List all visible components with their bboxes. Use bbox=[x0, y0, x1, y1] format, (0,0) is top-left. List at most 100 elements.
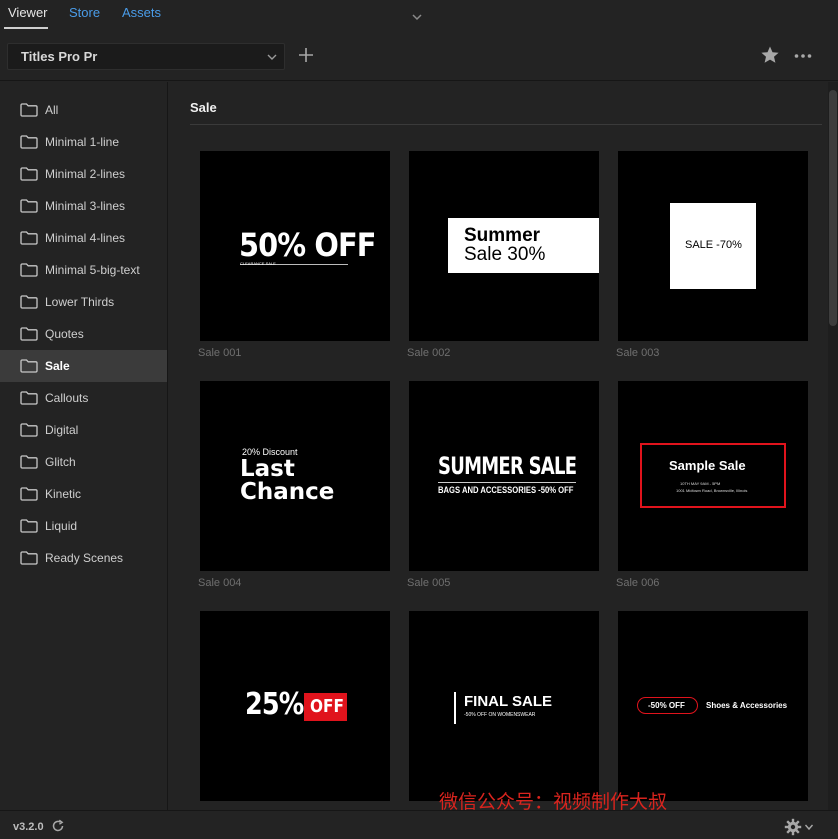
preset-label: Sale 003 bbox=[616, 347, 660, 359]
thumb-text: Sample Sale bbox=[669, 458, 746, 473]
sidebar-item-minimal-2-lines[interactable]: Minimal 2-lines bbox=[0, 158, 167, 190]
preset-label: Sale 004 bbox=[198, 577, 242, 589]
sidebar-item-all[interactable]: All bbox=[0, 94, 167, 126]
sidebar-item-label: Kinetic bbox=[45, 487, 82, 501]
preset-thumbnail: Sample Sale 10TH MAY 9AM - 5PM 1001 Midt… bbox=[618, 381, 808, 571]
thumb-rule bbox=[438, 482, 576, 483]
section-divider bbox=[190, 124, 822, 125]
preset-label: Sale 001 bbox=[198, 347, 242, 359]
preset-thumbnail: -50% OFF Shoes & Accessories bbox=[618, 611, 808, 801]
category-sidebar: All Minimal 1-line Minimal 2-lines Minimal … bbox=[0, 82, 168, 810]
thumb-subtext: Sale 30% bbox=[464, 244, 546, 265]
sidebar-item-minimal-1-line[interactable]: Minimal 1-line bbox=[0, 126, 167, 158]
sidebar-item-label: Lower Thirds bbox=[45, 295, 115, 309]
sidebar-item-label: All bbox=[45, 103, 59, 117]
gear-icon[interactable] bbox=[784, 818, 802, 836]
more-icon[interactable] bbox=[793, 46, 813, 66]
tab-store[interactable]: Store bbox=[69, 5, 100, 20]
sidebar-item-label: Sale bbox=[45, 359, 70, 373]
preset-label: Sale 002 bbox=[407, 347, 451, 359]
folder-icon bbox=[20, 455, 38, 469]
sidebar-item-label: Minimal 1-line bbox=[45, 135, 120, 149]
thumb-subtext: 10TH MAY 9AM - 5PM bbox=[680, 481, 721, 486]
sidebar-item-minimal-4-lines[interactable]: Minimal 4-lines bbox=[0, 222, 167, 254]
sidebar-item-lower-thirds[interactable]: Lower Thirds bbox=[0, 286, 167, 318]
folder-icon bbox=[20, 423, 38, 437]
thumb-subtext: BAGS AND ACCESSORIES -50% OFF bbox=[438, 485, 574, 495]
folder-icon bbox=[20, 551, 38, 565]
active-tab-indicator bbox=[4, 27, 48, 29]
preset-thumbnail: SUMMER SALE BAGS AND ACCESSORIES -50% OF… bbox=[409, 381, 599, 571]
folder-icon bbox=[20, 391, 38, 405]
thumb-subtext: CLEARANCE SALE bbox=[240, 261, 276, 266]
folder-icon bbox=[20, 263, 38, 277]
folder-icon bbox=[20, 359, 38, 373]
sidebar-item-sale[interactable]: Sale bbox=[0, 350, 167, 382]
thumb-subtext: -50% OFF ON WOMENSWEAR bbox=[464, 712, 536, 718]
thumb-pill-text: -50% OFF bbox=[648, 701, 685, 710]
sidebar-item-ready-scenes[interactable]: Ready Scenes bbox=[0, 542, 167, 574]
thumb-text: SUMMER SALE bbox=[438, 452, 577, 480]
sidebar-item-label: Minimal 2-lines bbox=[45, 167, 126, 181]
sidebar-item-label: Minimal 5-big-text bbox=[45, 263, 140, 277]
sidebar-item-label: Ready Scenes bbox=[45, 551, 124, 565]
thumb-badge-text: OFF bbox=[310, 696, 344, 717]
thumb-text: SALE -70% bbox=[685, 239, 742, 251]
sidebar-item-callouts[interactable]: Callouts bbox=[0, 382, 167, 414]
refresh-icon[interactable] bbox=[51, 819, 65, 833]
preset-thumbnail: Summer Sale 30% bbox=[409, 151, 599, 341]
sidebar-item-glitch[interactable]: Glitch bbox=[0, 446, 167, 478]
folder-icon bbox=[20, 167, 38, 181]
version-label: v3.2.0 bbox=[13, 821, 44, 833]
sidebar-item-label: Glitch bbox=[45, 455, 76, 469]
sidebar-item-minimal-3-lines[interactable]: Minimal 3-lines bbox=[0, 190, 167, 222]
pack-select[interactable]: Titles Pro Pr bbox=[7, 43, 285, 70]
folder-icon bbox=[20, 135, 38, 149]
sidebar-item-label: Liquid bbox=[45, 519, 78, 533]
thumb-bar bbox=[454, 692, 456, 724]
folder-icon bbox=[20, 487, 38, 501]
folder-icon bbox=[20, 103, 38, 117]
folder-icon bbox=[20, 327, 38, 341]
sidebar-item-quotes[interactable]: Quotes bbox=[0, 318, 167, 350]
chevron-down-icon bbox=[267, 54, 277, 60]
top-tab-bar: Viewer Store Assets bbox=[0, 0, 838, 32]
folder-icon bbox=[20, 519, 38, 533]
chevron-down-icon[interactable] bbox=[804, 822, 814, 832]
star-icon[interactable] bbox=[760, 45, 780, 65]
watermark-text: 微信公众号：视频制作大叔 bbox=[439, 791, 668, 813]
toolbar: Titles Pro Pr bbox=[0, 32, 838, 81]
thumb-text: 50% OFF bbox=[239, 226, 376, 264]
thumb-text-line2: Chance bbox=[240, 479, 335, 505]
thumb-subtext-line2: 1001 Midtown Road, Brownsville, Illinois bbox=[676, 488, 748, 493]
thumb-text: 25% bbox=[245, 687, 304, 722]
sidebar-item-label: Digital bbox=[45, 423, 79, 437]
vertical-scrollbar[interactable] bbox=[828, 82, 838, 810]
sidebar-item-label: Minimal 4-lines bbox=[45, 231, 126, 245]
status-bar: v3.2.0 bbox=[0, 810, 838, 839]
folder-icon bbox=[20, 199, 38, 213]
thumb-red-frame bbox=[640, 443, 786, 508]
sidebar-item-label: Quotes bbox=[45, 327, 84, 341]
preset-label: Sale 006 bbox=[616, 577, 660, 589]
sidebar-item-kinetic[interactable]: Kinetic bbox=[0, 478, 167, 510]
folder-icon bbox=[20, 295, 38, 309]
folder-icon bbox=[20, 231, 38, 245]
preset-thumbnail: 50% OFF CLEARANCE SALE bbox=[200, 151, 390, 341]
sidebar-item-label: Callouts bbox=[45, 391, 89, 405]
pack-select-value: Titles Pro Pr bbox=[21, 49, 98, 64]
sidebar-item-minimal-5-big-text[interactable]: Minimal 5-big-text bbox=[0, 254, 167, 286]
scrollbar-thumb[interactable] bbox=[829, 90, 837, 326]
preset-thumbnail: SALE -70% bbox=[618, 151, 808, 341]
tab-assets[interactable]: Assets bbox=[122, 5, 161, 20]
preset-label: Sale 005 bbox=[407, 577, 451, 589]
chevron-down-icon[interactable] bbox=[410, 10, 424, 24]
sidebar-item-digital[interactable]: Digital bbox=[0, 414, 167, 446]
sidebar-item-label: Minimal 3-lines bbox=[45, 199, 126, 213]
preset-thumbnail: 20% Discount Last Chance bbox=[200, 381, 390, 571]
preset-grid-panel: Sale 50% OFF CLEARANCE SALE Sale 001 Sum… bbox=[168, 82, 838, 810]
sidebar-item-liquid[interactable]: Liquid bbox=[0, 510, 167, 542]
tab-viewer[interactable]: Viewer bbox=[8, 5, 48, 20]
preset-thumbnail: 25% OFF bbox=[200, 611, 390, 801]
plus-icon[interactable] bbox=[297, 46, 315, 64]
